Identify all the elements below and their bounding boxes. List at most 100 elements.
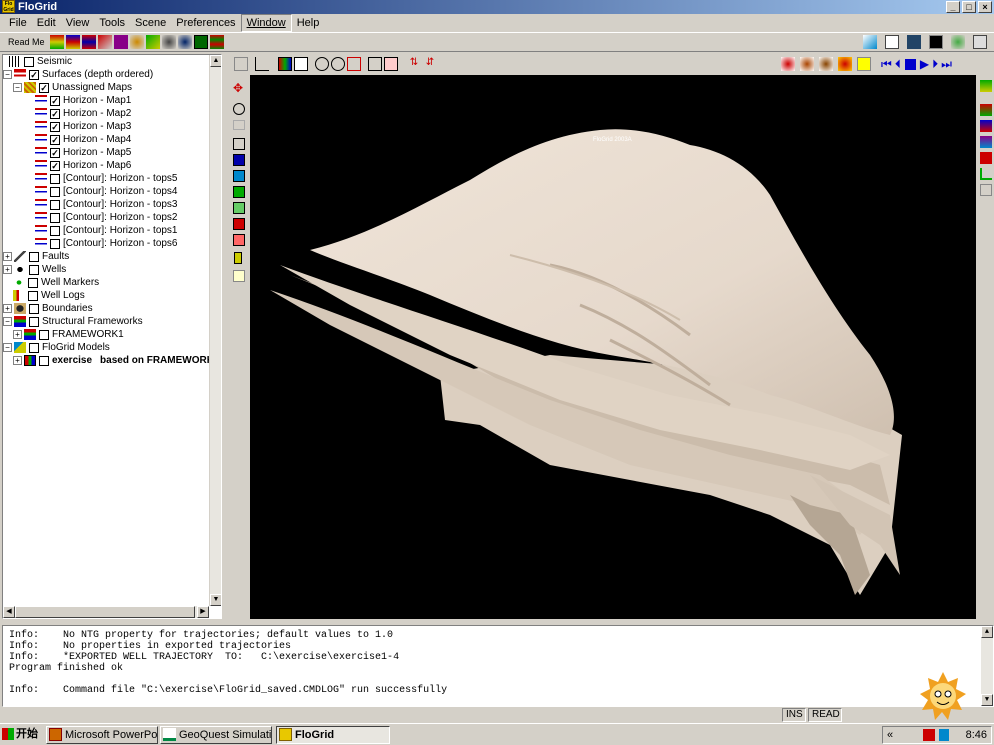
- rewind-icon[interactable]: ⏮: [881, 57, 892, 71]
- tree-item-contour[interactable]: [Contour]: Horizon - tops3: [35, 198, 178, 211]
- contour-checkbox[interactable]: [50, 173, 60, 184]
- property-tool-icon[interactable]: [97, 35, 112, 49]
- seismic-checkbox[interactable]: [24, 56, 34, 67]
- contour-checkbox[interactable]: [50, 225, 60, 236]
- play-icon[interactable]: ▶: [920, 57, 929, 71]
- menu-edit[interactable]: Edit: [32, 15, 61, 31]
- tree-item-wells[interactable]: + Wells: [3, 263, 66, 276]
- model-checkbox[interactable]: [39, 355, 49, 366]
- layer-stack-tool-icon[interactable]: [209, 35, 224, 49]
- collapse-icon[interactable]: −: [13, 83, 22, 92]
- 3d-viewport[interactable]: FloGrid 2003A: [250, 75, 976, 619]
- expand-icon[interactable]: +: [3, 304, 12, 313]
- scroll-down-icon[interactable]: ▼: [210, 594, 221, 606]
- boundaries-checkbox[interactable]: [29, 303, 39, 314]
- tree-item-map[interactable]: ✓ Horizon - Map1: [35, 94, 131, 107]
- close-button[interactable]: ×: [978, 1, 992, 13]
- tray-app-icon[interactable]: [923, 729, 935, 741]
- zoom-icon[interactable]: [331, 57, 345, 71]
- tree-item-map[interactable]: ✓ Horizon - Map3: [35, 120, 131, 133]
- scroll-up-icon[interactable]: ▲: [981, 626, 993, 638]
- fast-forward-icon[interactable]: ⏭: [941, 57, 952, 71]
- contour-checkbox[interactable]: [50, 238, 60, 249]
- scroll-down-icon[interactable]: ▼: [981, 694, 993, 706]
- volume-icon[interactable]: [939, 729, 949, 741]
- menu-tools[interactable]: Tools: [94, 15, 130, 31]
- map-checkbox[interactable]: ✓: [50, 160, 60, 171]
- dice-brown-icon[interactable]: [800, 57, 814, 71]
- collapse-icon[interactable]: −: [3, 70, 12, 79]
- window-layout-icon[interactable]: [885, 35, 899, 49]
- expand-icon[interactable]: +: [3, 265, 12, 274]
- cube-pink-icon[interactable]: [233, 234, 245, 246]
- scroll-right-icon[interactable]: ▶: [197, 606, 209, 618]
- cube-lightblue-icon[interactable]: [233, 170, 245, 182]
- plugin-icon[interactable]: [951, 35, 965, 49]
- step-back-icon[interactable]: ⏴: [895, 57, 901, 71]
- eye-icon[interactable]: [233, 120, 245, 130]
- side-tool-5-icon[interactable]: [980, 152, 992, 164]
- scroll-up-icon[interactable]: ▲: [210, 55, 221, 67]
- seismic-tool-icon[interactable]: [49, 35, 64, 49]
- side-tool-7-icon[interactable]: [980, 184, 992, 196]
- tree-item-contour[interactable]: [Contour]: Horizon - tops6: [35, 237, 178, 250]
- tree-item-contour[interactable]: [Contour]: Horizon - tops1: [35, 224, 178, 237]
- fault-tool-icon[interactable]: [145, 35, 160, 49]
- wells-tool-icon[interactable]: [129, 35, 144, 49]
- tree-item-boundaries[interactable]: + Boundaries: [3, 302, 93, 315]
- contour-checkbox[interactable]: [50, 212, 60, 223]
- tree-horizontal-scrollbar[interactable]: ◀ ▶: [3, 606, 209, 618]
- expand-icon[interactable]: +: [13, 330, 22, 339]
- minimize-button[interactable]: _: [946, 1, 960, 13]
- map-checkbox[interactable]: ✓: [50, 134, 60, 145]
- taskbar-button-geoquest[interactable]: GeoQuest Simulati...: [160, 726, 272, 744]
- target-icon[interactable]: [233, 103, 245, 115]
- rotate-icon[interactable]: [315, 57, 329, 71]
- cube-blue-icon[interactable]: [233, 154, 245, 166]
- map-checkbox[interactable]: ✓: [50, 121, 60, 132]
- well-markers-checkbox[interactable]: [28, 277, 38, 288]
- grid-tool-icon[interactable]: [113, 35, 128, 49]
- calculator-icon[interactable]: [907, 35, 921, 49]
- dice-orange-icon[interactable]: [838, 57, 852, 71]
- tree-vertical-scrollbar[interactable]: ▲ ▼: [209, 55, 221, 606]
- tree-item-flogrid-models[interactable]: − FloGrid Models: [3, 341, 110, 354]
- faults-checkbox[interactable]: [29, 251, 39, 262]
- side-tool-6-icon[interactable]: [980, 168, 992, 180]
- collapse-icon[interactable]: −: [3, 343, 12, 352]
- tree-item-structural-frameworks[interactable]: − Structural Frameworks: [3, 315, 143, 328]
- network-tool-icon[interactable]: [177, 35, 192, 49]
- collapse-icon[interactable]: −: [3, 317, 12, 326]
- pebi-tool-icon[interactable]: [193, 35, 208, 49]
- tree-item-framework1[interactable]: + FRAMEWORK1: [13, 328, 124, 341]
- expand-icon[interactable]: +: [13, 356, 22, 365]
- dice-red-icon[interactable]: [781, 57, 795, 71]
- cube-lightgreen-icon[interactable]: [233, 202, 245, 214]
- side-tool-2-icon[interactable]: [980, 104, 992, 116]
- map-checkbox[interactable]: ✓: [50, 108, 60, 119]
- menu-view[interactable]: View: [61, 15, 95, 31]
- tree-item-map[interactable]: ✓ Horizon - Map2: [35, 107, 131, 120]
- cube-green-icon[interactable]: [233, 186, 245, 198]
- maximize-button[interactable]: □: [962, 1, 976, 13]
- taskbar-button-powerpoint[interactable]: Microsoft PowerPoi...: [46, 726, 158, 744]
- tree-item-well-markers[interactable]: Well Markers: [13, 276, 99, 289]
- scroll-left-icon[interactable]: ◀: [3, 606, 15, 618]
- light-bulb-icon[interactable]: [857, 57, 871, 71]
- menu-window[interactable]: Window: [240, 14, 292, 32]
- side-tool-4-icon[interactable]: [980, 136, 992, 148]
- map-checkbox[interactable]: ✓: [50, 95, 60, 106]
- tree-item-unassigned-maps[interactable]: − ✓ Unassigned Maps: [13, 81, 132, 94]
- contour-checkbox[interactable]: [50, 186, 60, 197]
- surfaces-checkbox[interactable]: ✓: [29, 69, 39, 80]
- menu-help[interactable]: Help: [292, 15, 325, 31]
- flogrid-models-checkbox[interactable]: [29, 342, 39, 353]
- select-box-icon[interactable]: [294, 57, 308, 71]
- well-logs-checkbox[interactable]: [28, 290, 38, 301]
- tree-item-map[interactable]: ✓ Horizon - Map6: [35, 159, 131, 172]
- light-icon[interactable]: [233, 270, 245, 282]
- tree-item-contour[interactable]: [Contour]: Horizon - tops4: [35, 185, 178, 198]
- expand-icon[interactable]: +: [3, 252, 12, 261]
- side-tool-3-icon[interactable]: [980, 120, 992, 132]
- sort-arrow-icon[interactable]: ⇵: [423, 57, 437, 71]
